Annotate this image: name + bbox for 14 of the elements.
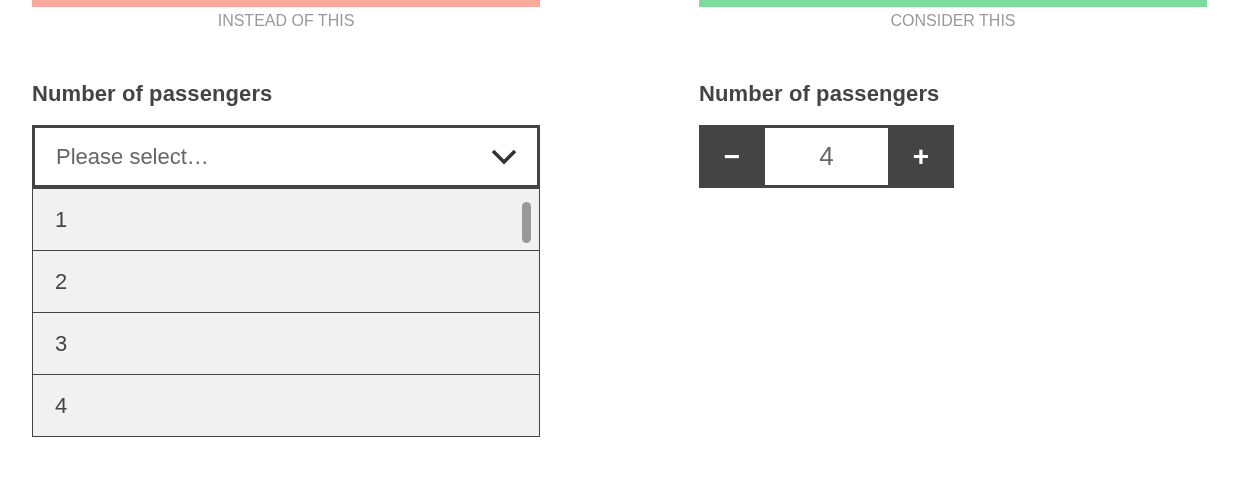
dropdown-option[interactable]: 1 [33, 188, 539, 250]
decrement-button[interactable]: − [699, 125, 765, 188]
caption: INSTEAD OF THIS [217, 12, 355, 30]
increment-button[interactable]: + [888, 125, 954, 188]
dropdown-select[interactable]: Please select… [32, 125, 540, 188]
field-label: Number of passengers [699, 81, 940, 107]
field-label: Number of passengers [32, 81, 273, 107]
dropdown-option[interactable]: 2 [33, 250, 539, 312]
caption: CONSIDER THIS [890, 12, 1016, 30]
dropdown-option[interactable]: 4 [33, 374, 539, 436]
stepper-value[interactable]: 4 [765, 125, 888, 188]
chevron-down-icon [491, 148, 517, 165]
dropdown-option[interactable]: 3 [33, 312, 539, 374]
scrollbar-thumb[interactable] [522, 202, 531, 243]
